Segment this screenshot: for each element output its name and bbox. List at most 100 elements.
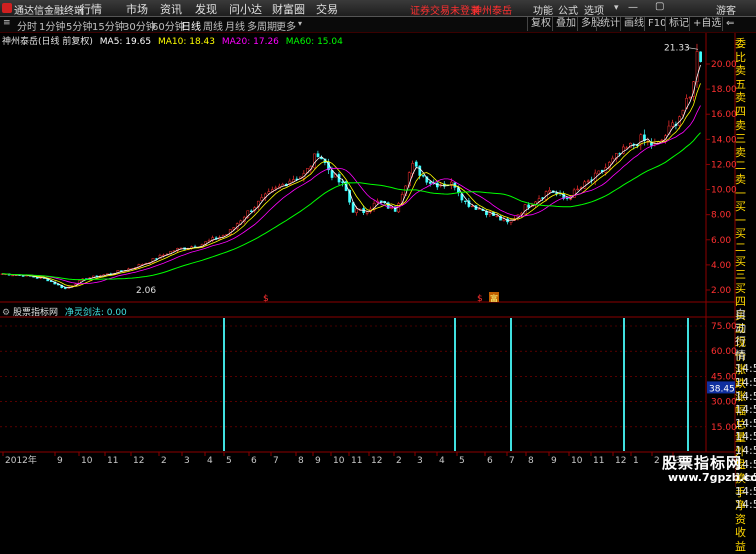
time-tick-label: 10 [571,456,583,466]
period-more[interactable]: 更多 [276,18,296,33]
time-tick-label: 8 [298,456,304,466]
candle-body [313,153,316,169]
period-30min[interactable]: 30分钟 [123,18,156,33]
time-tick-label: 6 [487,456,493,466]
ma10-line [1,83,701,287]
ind-tick-label: 30.00 [711,398,737,408]
time-tick-label: 9 [57,456,63,466]
tool-mark[interactable]: 标记 [665,17,692,31]
period-15min[interactable]: 15分钟 [92,18,125,33]
quote-panel-label: 卖五 [735,64,746,91]
menu-icon[interactable]: ≡ [3,18,11,28]
signal-marker: $ [477,294,483,304]
time-tick-label: 9 [315,456,321,466]
menu-formula[interactable]: 公式 [558,2,578,17]
menu-news[interactable]: 资讯 [160,1,182,17]
ind-tick-label: 15.00 [711,423,737,433]
time-tick-label: 9 [551,456,557,466]
time-tick-label: 4 [207,456,213,466]
candle-body [418,165,422,176]
price-tick-label: 4.00 [711,261,731,271]
candle-body [11,274,14,277]
period-monthly[interactable]: 月线 [225,18,245,33]
chevron-down-icon[interactable]: ▾ [298,19,302,28]
time-tick-label: 2 [396,456,402,466]
indicator-legend: ⚙ 股票指标网 净灵剑法: 0.00 [2,305,127,318]
ma-legend: 神州泰岳(日线 前复权) MA5: 19.65 MA10: 18.43 MA20… [2,34,343,47]
time-tick-label: 12 [133,456,144,466]
tool-add-watch[interactable]: +自选 [689,17,724,31]
period-tick[interactable]: 分时 [17,18,37,33]
menu-options[interactable]: 选项 [584,2,604,17]
tool-adjust[interactable]: 复权 [527,17,554,31]
dropdown-icon[interactable]: ▾ [614,3,619,13]
quote-panel-label: 14:5 [735,416,756,430]
candle-body [341,181,344,183]
indicator-gear-icon[interactable]: ⚙ [2,308,10,318]
ma60-line [1,132,701,281]
ind-value-marker-label: 38.45 [709,384,735,394]
menu-ask[interactable]: 问小达 [229,1,262,17]
time-tick-label: 3 [184,456,190,466]
candle-body [586,180,590,183]
quote-panel-label: 卖二 [735,145,746,173]
quote-panel-label: 买三 [735,254,746,282]
tool-draw[interactable]: 画线 [620,17,647,31]
period-5min[interactable]: 5分钟 [66,18,92,33]
period-multi[interactable]: 多周期 [247,18,277,33]
quote-panel-label: 卖四 [735,91,746,118]
time-tick-label: 2012年 [5,454,37,466]
menu-bar [0,0,756,17]
time-tick-label: 12 [371,456,382,466]
candle-body [576,188,580,191]
quote-panel-label: 收益 [735,526,746,553]
candle-body [699,51,702,62]
price-tick-label: 2.00 [711,286,731,296]
candle-body [495,215,499,217]
period-1min[interactable]: 1分钟 [39,18,65,33]
price-tick-label: 12.00 [711,160,737,170]
low-price-label: 2.06 [136,286,156,296]
time-tick-label: 11 [351,456,362,466]
time-tick-label: 5 [226,456,232,466]
tool-stats[interactable]: 统计 [596,17,623,31]
price-tick-label: 14.00 [711,135,737,145]
watermark-url: www.7gpzb.com [668,471,756,484]
menu-wealth[interactable]: 财富圈 [272,1,305,17]
tool-back-icon[interactable]: ⇐ [722,17,737,31]
menu-functions[interactable]: 功能 [533,2,553,17]
menu-discover[interactable]: 发现 [195,1,217,17]
period-daily[interactable]: 日线 [181,18,201,33]
quote-panel-label: 委比 [735,37,746,64]
menu-market[interactable]: 市场 [126,1,148,17]
time-tick-label: 1 [633,456,639,466]
login-alert[interactable]: 证券交易未登录 [410,2,480,17]
time-tick-label: 11 [593,456,604,466]
candle-body [548,190,552,193]
quote-panel-label: 14:5 [735,430,756,444]
price-tick-label: 16.00 [711,110,737,120]
indicator-value: 净灵剑法: 0.00 [64,308,127,318]
candle-body [35,277,39,279]
menu-quotes[interactable]: 行情 [80,1,102,17]
price-tick-label: 8.00 [711,211,731,221]
user-guest[interactable]: 游客 [716,2,736,17]
status-bar [0,467,735,487]
period-60min[interactable]: 60分钟 [152,18,185,33]
menu-trade[interactable]: 交易 [316,1,338,17]
candle-body [320,157,323,160]
minimize-icon[interactable]: — [628,2,638,13]
kline-chart[interactable]: 20.0018.0016.0014.0012.0010.008.006.004.… [0,33,756,487]
candle-body [421,175,425,177]
indicator-title: 股票指标网 [12,308,58,318]
app-title: 通达信金融终端 [14,6,84,17]
quote-panel-label: 14:5 [735,498,756,512]
ma5-label: MA5: 19.65 [99,37,152,47]
candle-body [471,205,474,208]
ind-tick-label: 60.00 [711,347,737,357]
restore-icon[interactable]: ▢ [655,1,664,12]
high-price-label: 21.33 [664,43,690,53]
tool-overlay[interactable]: 叠加 [552,17,579,31]
period-weekly[interactable]: 周线 [203,18,223,33]
app-logo [2,3,12,13]
